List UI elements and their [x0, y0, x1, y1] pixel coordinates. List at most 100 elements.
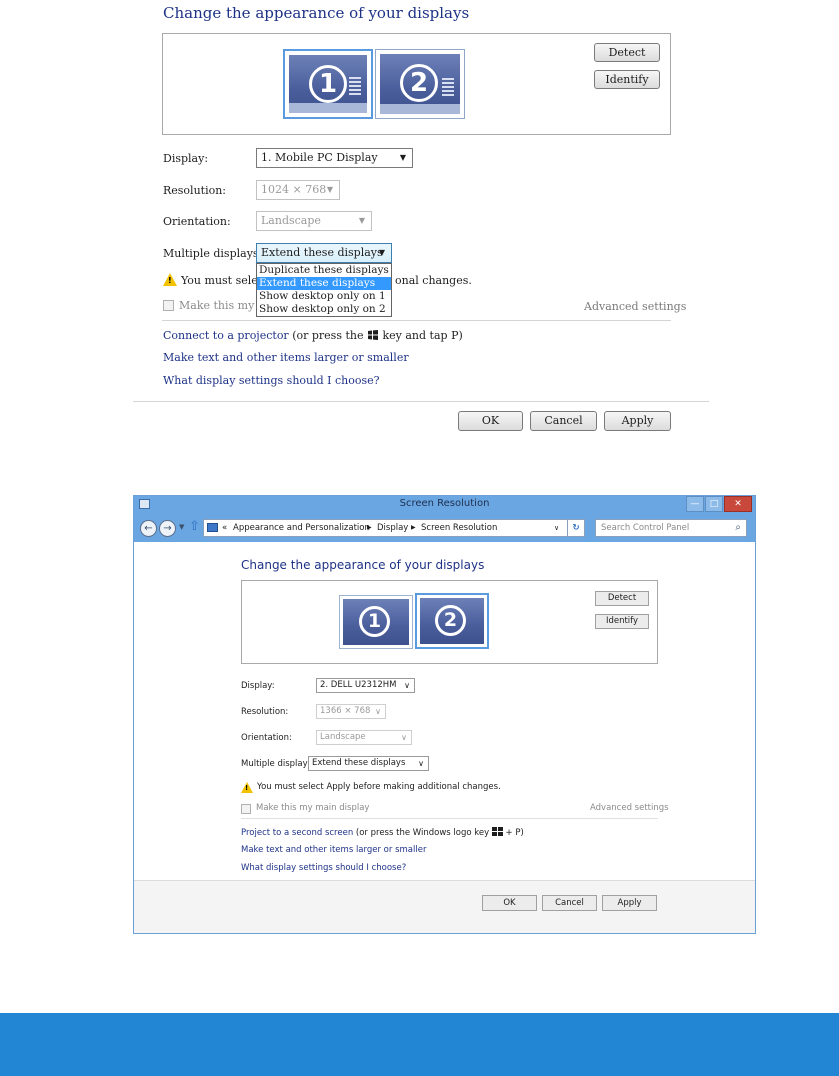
orientation-select[interactable]: Landscape ∨ [316, 730, 412, 745]
detect-button[interactable]: Detect [595, 591, 649, 606]
chevron-down-icon: ▼ [326, 185, 333, 194]
advanced-settings-link[interactable]: Advanced settings [590, 803, 669, 813]
breadcrumb-prefix: « [222, 523, 228, 533]
resolution-label: Resolution: [241, 707, 289, 717]
multiple-displays-label: Multiple displays: [241, 759, 315, 769]
up-arrow-icon[interactable]: ⇧ [189, 519, 200, 534]
monitor-2-thumbnail[interactable]: 2 [415, 593, 489, 649]
display-preview-area[interactable]: 1 2 Detect Identify [241, 580, 658, 664]
monitor-2-number: 2 [400, 64, 438, 102]
history-dropdown-icon[interactable]: ▼ [179, 523, 184, 531]
search-input[interactable]: Search Control Panel ⌕ [595, 519, 747, 537]
screen-resolution-window-win8: Screen Resolution — □ ✕ ← → ▼ ⇧ « Appear… [133, 495, 756, 934]
chevron-down-icon: ▼ [399, 153, 406, 162]
monitor-1-thumbnail[interactable]: 1 [339, 595, 413, 649]
screen-resolution-dialog-win7: Change the appearance of your displays 1… [0, 0, 839, 440]
page-footer-bar [0, 1013, 839, 1076]
warning-icon: ! [163, 273, 177, 286]
monitor-2-thumbnail[interactable]: 2 [375, 49, 465, 119]
windows-logo-icon [367, 330, 379, 340]
identify-button[interactable]: Identify [594, 70, 660, 89]
display-select[interactable]: 1. Mobile PC Display ▼ [256, 148, 413, 168]
warning-text-start: You must selec [181, 274, 264, 287]
warning-text: You must select Apply before making addi… [257, 782, 501, 792]
breadcrumb-separator-icon: ▶ [411, 524, 416, 531]
project-screen-link[interactable]: Project to a second screen [241, 828, 353, 838]
display-help-link[interactable]: What display settings should I choose? [163, 374, 380, 387]
detect-button[interactable]: Detect [594, 43, 660, 62]
chevron-down-icon: ∨ [404, 681, 410, 690]
search-placeholder: Search Control Panel [601, 523, 690, 533]
display-preview-area[interactable]: 1 2 Detect Identify [162, 33, 671, 135]
monitor-1-thumbnail[interactable]: 1 [283, 49, 373, 119]
monitor-1-number: 1 [309, 65, 347, 103]
resolution-select[interactable]: 1024 × 768 ▼ [256, 180, 340, 200]
cancel-button[interactable]: Cancel [542, 895, 597, 911]
dropdown-option-duplicate[interactable]: Duplicate these displays [257, 264, 391, 277]
breadcrumb-appearance[interactable]: Appearance and Personalization [233, 520, 370, 536]
page-title: Change the appearance of your displays [163, 4, 470, 22]
breadcrumb-screen-resolution[interactable]: Screen Resolution [421, 520, 497, 536]
identify-button[interactable]: Identify [595, 614, 649, 629]
address-bar[interactable]: « Appearance and Personalization ▶ Displ… [203, 519, 585, 537]
chevron-down-icon: ▼ [358, 216, 365, 225]
breadcrumb-separator-icon: ▶ [367, 524, 372, 531]
main-display-checkbox[interactable] [163, 300, 174, 311]
apply-button[interactable]: Apply [602, 895, 657, 911]
project-screen-line: Project to a second screen (or press the… [241, 827, 524, 838]
apply-button[interactable]: Apply [604, 411, 671, 431]
title-bar[interactable]: Screen Resolution — □ ✕ [134, 496, 755, 514]
orientation-label: Orientation: [241, 733, 292, 743]
multiple-displays-select[interactable]: Extend these displays ∨ [308, 756, 429, 771]
breadcrumb-display[interactable]: Display [377, 520, 408, 536]
forward-button[interactable]: → [159, 520, 176, 537]
display-label: Display: [241, 681, 275, 691]
chevron-down-icon: ▼ [378, 248, 385, 257]
resolution-select[interactable]: 1366 × 768 ∨ [316, 704, 386, 719]
windows-logo-icon [491, 827, 503, 836]
search-icon[interactable]: ⌕ [735, 520, 741, 536]
multiple-displays-label: Multiple displays: [163, 247, 263, 260]
main-display-label: Make this my main display [256, 803, 370, 813]
address-dropdown-icon[interactable]: ∨ [554, 520, 559, 536]
connect-projector-link[interactable]: Connect to a projector [163, 329, 289, 342]
control-panel-icon [207, 523, 218, 532]
text-size-link[interactable]: Make text and other items larger or smal… [163, 351, 409, 364]
minimize-button[interactable]: — [686, 496, 704, 512]
text-size-link[interactable]: Make text and other items larger or smal… [241, 845, 426, 855]
orientation-select[interactable]: Landscape ▼ [256, 211, 372, 231]
dropdown-option-desktop-1[interactable]: Show desktop only on 1 [257, 290, 391, 303]
advanced-settings-link[interactable]: Advanced settings [584, 300, 686, 313]
refresh-button[interactable]: ↻ [567, 519, 585, 537]
close-button[interactable]: ✕ [724, 496, 752, 512]
monitor-2-number: 2 [435, 605, 466, 636]
display-select[interactable]: 2. DELL U2312HM ∨ [316, 678, 415, 693]
multiple-displays-select[interactable]: Extend these displays ▼ [256, 243, 392, 263]
maximize-button[interactable]: □ [705, 496, 723, 512]
display-select-value: 1. Mobile PC Display [261, 151, 378, 164]
address-bar-area: ← → ▼ ⇧ « Appearance and Personalization… [134, 514, 755, 542]
divider [241, 818, 658, 819]
back-button[interactable]: ← [140, 520, 157, 537]
maximize-icon: □ [709, 499, 719, 509]
monitor-1-number: 1 [359, 606, 390, 637]
content-area: Change the appearance of your displays 1… [139, 542, 750, 880]
dropdown-option-extend[interactable]: Extend these displays [257, 277, 391, 290]
ok-button[interactable]: OK [458, 411, 523, 431]
main-display-label: Make this my m [179, 299, 269, 312]
warning-icon: ! [241, 782, 253, 793]
orientation-label: Orientation: [163, 215, 231, 228]
connect-projector-hint-b: key and tap P) [378, 329, 463, 342]
warning-text-end: onal changes. [395, 274, 472, 287]
multiple-displays-select-value: Extend these displays [261, 246, 383, 259]
cancel-button[interactable]: Cancel [530, 411, 597, 431]
dropdown-option-desktop-2[interactable]: Show desktop only on 2 [257, 303, 391, 316]
ok-button[interactable]: OK [482, 895, 537, 911]
divider [162, 320, 671, 321]
multiple-displays-dropdown[interactable]: Duplicate these displays Extend these di… [256, 263, 392, 317]
display-label: Display: [163, 152, 209, 165]
resolution-label: Resolution: [163, 184, 227, 197]
display-help-link[interactable]: What display settings should I choose? [241, 863, 406, 873]
chevron-down-icon: ∨ [375, 707, 381, 716]
main-display-checkbox[interactable] [241, 804, 251, 814]
